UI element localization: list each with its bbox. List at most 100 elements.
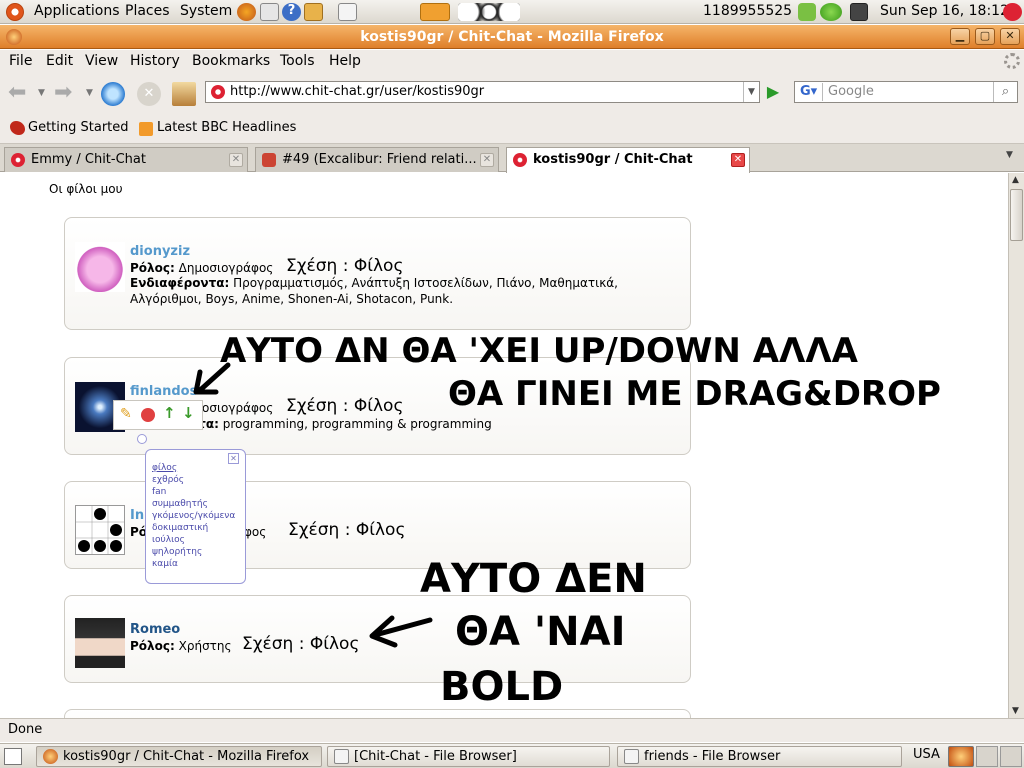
help-icon[interactable]: ? xyxy=(282,3,301,21)
network-icon[interactable] xyxy=(820,3,842,21)
url-bar[interactable]: http://www.chit-chat.gr/user/kostis90gr … xyxy=(205,81,760,103)
edit-pencil-icon[interactable]: ✎ xyxy=(120,406,132,422)
avatar[interactable] xyxy=(75,505,125,555)
back-button[interactable]: ⬅ xyxy=(8,82,32,106)
taskbar-firefox[interactable]: kostis90gr / Chit-Chat - Mozilla Firefox xyxy=(36,746,322,767)
move-up-icon[interactable]: ↑ xyxy=(163,404,176,422)
tab-excalibur[interactable]: #49 (Excalibur: Friend relati... ✕ xyxy=(255,147,499,172)
power-icon[interactable] xyxy=(1003,3,1022,21)
places-menu[interactable]: Places xyxy=(125,3,170,19)
menu-help[interactable]: Help xyxy=(329,53,361,69)
forward-button[interactable]: ➡ xyxy=(54,82,78,106)
workspace-3-icon[interactable] xyxy=(1000,746,1022,767)
tab-label: #49 (Excalibur: Friend relati... xyxy=(282,152,477,167)
go-button[interactable]: ▶ xyxy=(763,82,783,102)
remove-icon[interactable] xyxy=(141,408,155,422)
google-engine-icon[interactable]: G▾ xyxy=(797,83,823,101)
menu-view[interactable]: View xyxy=(85,53,118,69)
ubuntu-logo-icon[interactable] xyxy=(6,3,24,21)
home-button[interactable] xyxy=(172,82,196,106)
role-line: φος xyxy=(244,525,267,539)
folder-icon[interactable] xyxy=(304,3,323,21)
relation-option[interactable]: δοκιμαστική xyxy=(152,522,235,534)
close-tab-icon[interactable]: ✕ xyxy=(731,153,745,167)
menu-bookmarks[interactable]: Bookmarks xyxy=(192,53,270,69)
mail-launcher-icon[interactable] xyxy=(260,3,279,21)
show-desktop-icon[interactable] xyxy=(4,748,22,765)
relation-option[interactable]: ψηλορήτης xyxy=(152,546,235,558)
minimize-button[interactable]: ▁ xyxy=(950,28,970,45)
system-menu[interactable]: System xyxy=(180,3,232,19)
update-icon[interactable] xyxy=(798,3,816,21)
tab-favicon-icon xyxy=(262,153,276,167)
back-history-dropdown-icon[interactable]: ▼ xyxy=(38,88,45,98)
close-tab-icon[interactable]: ✕ xyxy=(229,153,243,167)
relation-option[interactable]: εχθρός xyxy=(152,474,235,486)
relation-line: Σχέση : Φίλος xyxy=(286,396,404,416)
keyboard-layout[interactable]: USA xyxy=(913,747,940,762)
menu-tools[interactable]: Tools xyxy=(280,53,315,69)
status-bar: Done xyxy=(0,718,1024,742)
search-box[interactable]: G▾ Google ⌕ xyxy=(794,81,1018,103)
tab-list-dropdown-icon[interactable]: ▼ xyxy=(1006,150,1013,160)
close-tab-icon[interactable]: ✕ xyxy=(480,153,494,167)
bookmark-getting-started[interactable]: Getting Started xyxy=(28,120,129,135)
note-icon[interactable] xyxy=(338,3,357,21)
scroll-up-icon[interactable]: ▲ xyxy=(1012,175,1019,185)
close-window-button[interactable]: ✕ xyxy=(1000,28,1020,45)
taskbar-file-browser-1[interactable]: [Chit-Chat - File Browser] xyxy=(327,746,610,767)
menu-file[interactable]: File xyxy=(9,53,32,69)
avatar[interactable] xyxy=(75,618,125,668)
vertical-scrollbar[interactable]: ▲ ▼ xyxy=(1008,173,1024,718)
getting-started-icon xyxy=(10,121,25,135)
friend-card xyxy=(64,709,691,718)
firefox-task-icon xyxy=(43,749,58,764)
forward-history-dropdown-icon[interactable]: ▼ xyxy=(86,88,93,98)
move-down-icon[interactable]: ↓ xyxy=(182,404,195,422)
tab-favicon-icon xyxy=(513,153,527,167)
workspace-1-icon[interactable] xyxy=(948,746,974,767)
monitor-icon[interactable] xyxy=(850,3,868,21)
maximize-button[interactable]: ▢ xyxy=(975,28,995,45)
relation-option[interactable]: φίλος xyxy=(152,462,235,474)
relation-option[interactable]: γκόμενος/γκόμενα xyxy=(152,510,235,522)
taskbar-file-browser-2[interactable]: friends - File Browser xyxy=(617,746,902,767)
role-line: οσιογράφος xyxy=(202,401,274,415)
counter-text: 1189955525 xyxy=(703,3,793,19)
stop-button[interactable]: ✕ xyxy=(137,82,161,106)
search-magnifier-icon[interactable]: ⌕ xyxy=(993,82,1017,102)
tab-kostis90gr[interactable]: kostis90gr / Chit-Chat ✕ xyxy=(506,147,750,173)
page-content: Οι φίλοι μου dionyziz Ρόλος: Δημοσιογράφ… xyxy=(0,173,1008,718)
url-dropdown-icon[interactable]: ▼ xyxy=(743,82,759,102)
bookmarks-toolbar: Getting Started Latest BBC Headlines xyxy=(0,114,1024,144)
popup-bubble-icon xyxy=(137,434,147,444)
window-titlebar[interactable]: kostis90gr / Chit-Chat - Mozilla Firefox… xyxy=(0,25,1024,49)
bookmark-bbc-headlines[interactable]: Latest BBC Headlines xyxy=(157,120,296,135)
friend-name-link[interactable]: In xyxy=(130,508,144,523)
friend-name-link[interactable]: Romeo xyxy=(130,622,180,637)
avatar[interactable] xyxy=(75,242,125,292)
relation-option[interactable]: συμμαθητής xyxy=(152,498,235,510)
menu-history[interactable]: History xyxy=(130,53,180,69)
interests-line: Ενδιαφέροντα: Προγραμματισμός, Ανάπτυξη … xyxy=(130,276,618,306)
tab-bar: Emmy / Chit-Chat ✕ #49 (Excalibur: Frien… xyxy=(0,144,1024,173)
clock[interactable]: Sun Sep 16, 18:12 xyxy=(880,3,1009,19)
friend-name-link[interactable]: dionyziz xyxy=(130,244,190,259)
relation-option[interactable]: ιούλιος xyxy=(152,534,235,546)
friend-name-link[interactable]: finlandos xyxy=(130,384,197,399)
site-favicon-icon xyxy=(211,85,225,99)
applications-menu[interactable]: Applications xyxy=(34,3,120,19)
menu-edit[interactable]: Edit xyxy=(46,53,73,69)
tab-label: Emmy / Chit-Chat xyxy=(31,152,146,167)
scroll-thumb[interactable] xyxy=(1010,189,1023,241)
fish-applet-icon[interactable] xyxy=(420,3,450,21)
top-panel: Applications Places System ? 1189955525 … xyxy=(0,0,1024,24)
workspace-2-icon[interactable] xyxy=(976,746,998,767)
relation-option[interactable]: fan xyxy=(152,486,235,498)
firefox-window-icon[interactable] xyxy=(6,29,22,45)
reload-button[interactable] xyxy=(101,82,125,106)
scroll-down-icon[interactable]: ▼ xyxy=(1012,706,1019,716)
relation-option[interactable]: καμία xyxy=(152,558,235,570)
firefox-launcher-icon[interactable] xyxy=(237,3,256,21)
tab-emmy[interactable]: Emmy / Chit-Chat ✕ xyxy=(4,147,248,172)
